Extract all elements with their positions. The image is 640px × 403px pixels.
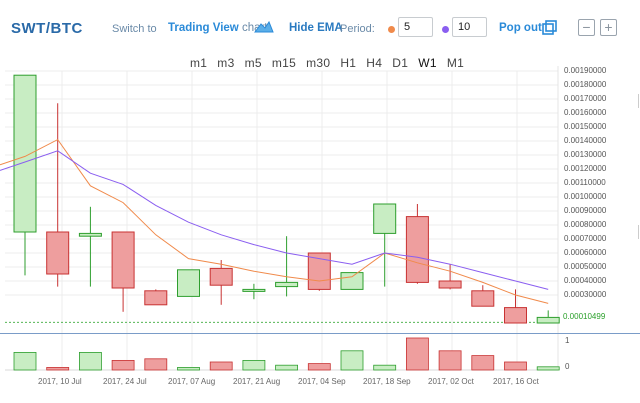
- candle-body: [438, 280, 462, 289]
- volume-bar: [79, 351, 102, 371]
- ema-fast-line: [0, 138, 549, 304]
- y-tick-label: 0.00130000: [564, 150, 607, 159]
- right-edge-mark: [638, 225, 639, 239]
- x-tick-label: 2017, 10 Jul: [38, 377, 82, 386]
- volume-bar: [242, 359, 266, 371]
- candle-body: [340, 272, 364, 290]
- volume-bar: [504, 361, 527, 371]
- y-tick-label: 0.00100000: [564, 192, 607, 201]
- price-chart[interactable]: [0, 0, 640, 403]
- candle-body: [275, 281, 299, 288]
- volume-bar: [438, 350, 462, 371]
- volume-bar: [209, 361, 233, 371]
- candle-body: [144, 290, 168, 306]
- y-tick-label: 0.00170000: [564, 94, 607, 103]
- volume-bar: [536, 366, 560, 371]
- ema-slow-line: [0, 150, 549, 290]
- volume-bar: [13, 351, 37, 371]
- x-tick-label: 2017, 04 Sep: [298, 377, 346, 386]
- y-tick-label: 0.00040000: [564, 276, 607, 285]
- candle-body: [405, 216, 429, 283]
- candle-body: [242, 288, 266, 292]
- y-tick-label: 0.00060000: [564, 248, 607, 257]
- candle-body: [504, 307, 527, 324]
- y-tick-label: 0.00110000: [564, 178, 606, 187]
- volume-bar: [471, 355, 495, 371]
- x-tick-label: 2017, 16 Oct: [493, 377, 539, 386]
- y-tick-label: 0.00080000: [564, 220, 607, 229]
- y-tick-label: 0.00180000: [564, 80, 607, 89]
- x-tick-label: 2017, 24 Jul: [103, 377, 147, 386]
- candle-body: [13, 74, 37, 233]
- y-tick-label: 0.00140000: [564, 136, 607, 145]
- volume-bar: [275, 364, 299, 371]
- y-tick-label: 0.00190000: [564, 66, 607, 75]
- x-tick-label: 2017, 18 Sep: [363, 377, 411, 386]
- x-tick-label: 2017, 21 Aug: [233, 377, 281, 386]
- y-tick-label: 0.00160000: [564, 108, 607, 117]
- y-tick-label: 0.00120000: [564, 164, 607, 173]
- candle-body: [471, 290, 495, 307]
- x-tick-label: 2017, 07 Aug: [168, 377, 216, 386]
- y-tick-label: 0.00150000: [564, 122, 607, 131]
- volume-bar: [144, 358, 168, 371]
- y-tick-label: 0.00090000: [564, 206, 607, 215]
- volume-axis-max: 1: [565, 336, 570, 345]
- volume-bar: [405, 337, 429, 371]
- y-tick-label: 0.00070000: [564, 234, 607, 243]
- y-tick-label: 0.00050000: [564, 262, 607, 271]
- current-price-label: 0.00010499: [563, 312, 606, 321]
- candle-body: [536, 316, 560, 324]
- volume-divider: [0, 333, 640, 334]
- volume-bar: [307, 363, 331, 371]
- candle-body: [111, 231, 135, 289]
- candle-body: [46, 231, 70, 275]
- volume-bar: [177, 367, 200, 371]
- candle-body: [78, 232, 102, 237]
- volume-bar: [111, 359, 135, 371]
- y-tick-label: 0.00030000: [564, 290, 607, 299]
- volume-axis-zero: 0: [565, 362, 570, 371]
- candle-body: [177, 269, 200, 297]
- x-tick-label: 2017, 02 Oct: [428, 377, 474, 386]
- volume-bar: [373, 364, 397, 371]
- right-edge-mark: [638, 94, 639, 108]
- candle-body: [209, 267, 233, 286]
- candle-body: [373, 203, 397, 234]
- volume-bar: [46, 367, 70, 371]
- volume-bar: [340, 350, 364, 371]
